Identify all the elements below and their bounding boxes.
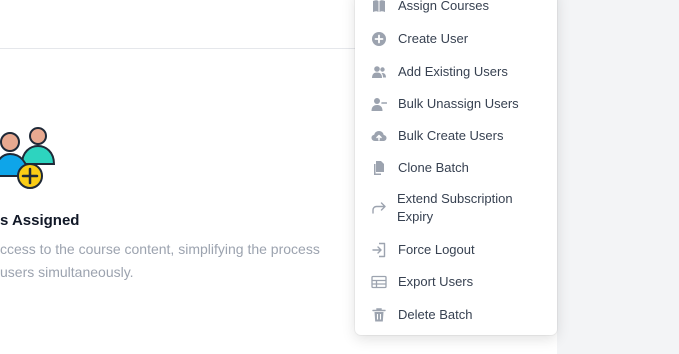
menu-item-label: Create User bbox=[398, 31, 469, 46]
right-side-panel bbox=[557, 0, 679, 354]
plus-circle-icon bbox=[371, 31, 387, 47]
menu-item-label: Bulk Unassign Users bbox=[398, 96, 519, 111]
empty-state-title: s Assigned bbox=[0, 212, 80, 229]
menu-item-extend-subscription-expiry[interactable]: Extend Subscription Expiry bbox=[355, 184, 557, 230]
menu-item-add-existing-users[interactable]: Add Existing Users bbox=[355, 56, 557, 88]
users-icon bbox=[371, 64, 387, 80]
menu-item-label: Add Existing Users bbox=[398, 64, 508, 79]
menu-item-label: Extend Subscription Expiry bbox=[397, 191, 513, 224]
cloud-upload-icon bbox=[371, 128, 387, 144]
menu-item-bulk-unassign-users[interactable]: Bulk Unassign Users bbox=[355, 88, 557, 120]
forward-arrow-icon bbox=[371, 200, 387, 216]
menu-item-force-logout[interactable]: Force Logout bbox=[355, 234, 557, 266]
user-minus-icon bbox=[371, 96, 387, 112]
menu-item-assign-courses[interactable]: Assign Courses bbox=[355, 0, 557, 24]
book-icon bbox=[371, 0, 387, 14]
menu-item-bulk-create-users[interactable]: Bulk Create Users bbox=[355, 120, 557, 152]
menu-item-clone-batch[interactable]: Clone Batch bbox=[355, 152, 557, 184]
table-icon bbox=[371, 274, 387, 290]
menu-item-delete-batch[interactable]: Delete Batch bbox=[355, 299, 557, 331]
menu-item-label: Delete Batch bbox=[398, 307, 473, 322]
menu-item-label: Export Users bbox=[398, 274, 474, 289]
logout-icon bbox=[371, 242, 387, 258]
empty-state-description-line: users simultaneously. bbox=[0, 264, 134, 280]
trash-icon bbox=[371, 307, 387, 323]
menu-item-label: Force Logout bbox=[398, 242, 475, 257]
menu-item-label: Bulk Create Users bbox=[398, 128, 504, 143]
menu-item-export-users[interactable]: Export Users bbox=[355, 266, 557, 298]
empty-state-description-line: ccess to the course content, simplifying… bbox=[0, 241, 320, 257]
menu-item-create-user[interactable]: Create User bbox=[355, 24, 557, 54]
copy-icon bbox=[371, 160, 387, 176]
batch-actions-menu: Assign Courses Create User Add Existing … bbox=[355, 0, 557, 335]
empty-state-description: ccess to the course content, simplifying… bbox=[0, 238, 372, 284]
menu-item-label: Assign Courses bbox=[398, 0, 490, 13]
menu-item-label: Clone Batch bbox=[398, 160, 469, 175]
add-users-illustration bbox=[0, 124, 58, 192]
